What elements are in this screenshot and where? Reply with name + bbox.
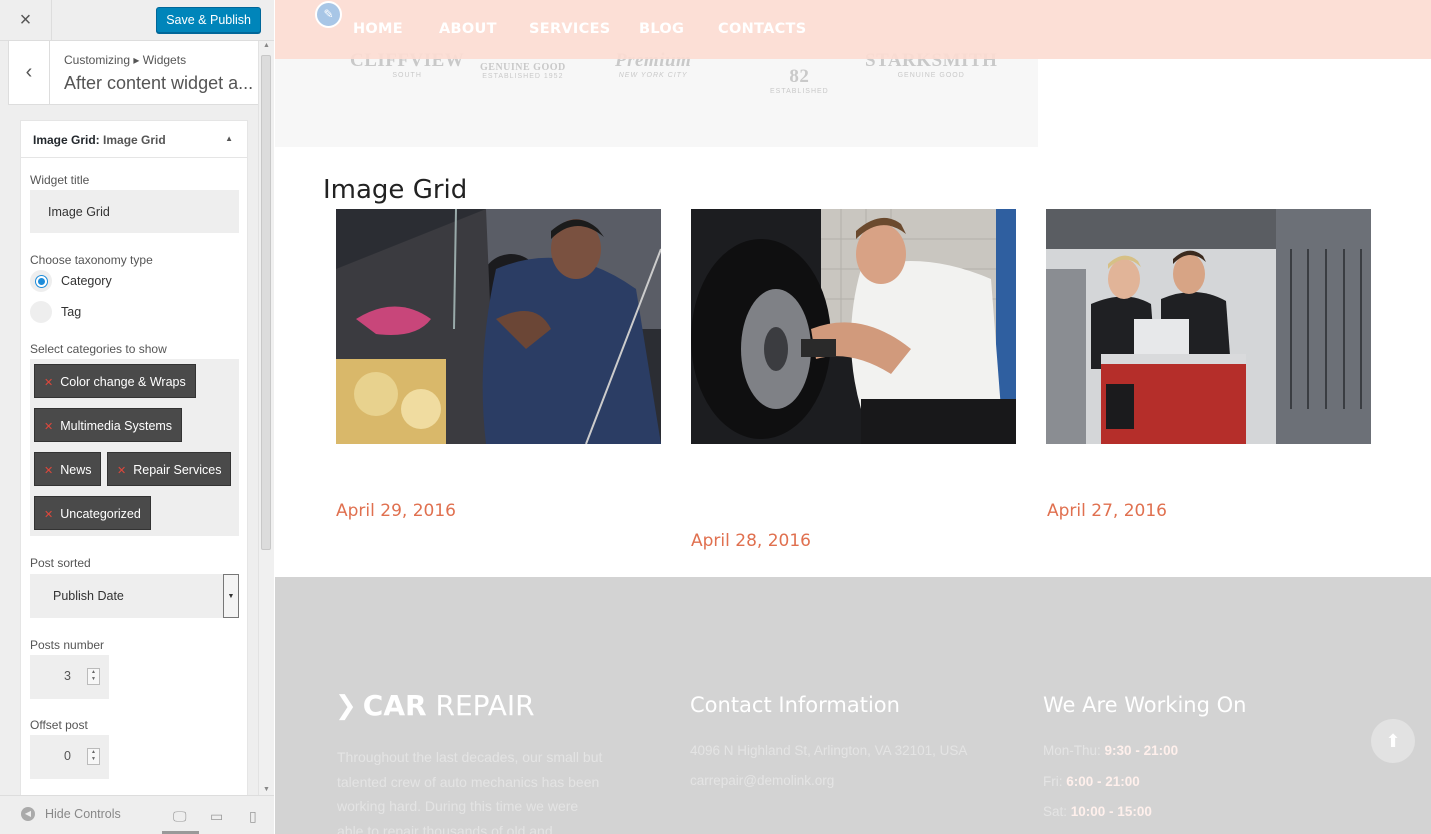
save-publish-button[interactable]: Save & Publish (156, 7, 261, 33)
category-chip[interactable]: ✕ Uncategorized (34, 496, 151, 530)
customizer-sidebar: × Save & Publish ‹ Customizing ▸ Widgets… (0, 0, 274, 834)
radio-tag[interactable]: Tag (30, 301, 81, 323)
remove-icon[interactable]: ✕ (44, 377, 53, 389)
logo-light-text: REPAIR (435, 689, 535, 722)
widget-title-label: Widget title (30, 173, 90, 187)
close-icon[interactable]: × (0, 0, 52, 41)
widget-heading: Image Grid: Image Grid (33, 133, 166, 147)
posts-number-label: Posts number (30, 638, 105, 652)
post-sorted-select[interactable]: Publish Date ▼ (30, 574, 239, 618)
hours-line: Fri: 6:00 - 21:00 (1043, 774, 1140, 789)
breadcrumb: Customizing ▸ Widgets (64, 53, 187, 67)
category-chip[interactable]: ✕ Multimedia Systems (34, 408, 183, 442)
customizer-panel: ‹ Customizing ▸ Widgets After content wi… (0, 41, 258, 795)
offset-post-value: 0 (64, 749, 71, 763)
nav-home[interactable]: HOME (353, 21, 403, 37)
categories-multiselect[interactable]: ✕ Color change & Wraps ✕ Multimedia System… (30, 359, 239, 536)
nav-about[interactable]: ABOUT (439, 21, 497, 37)
grid-photo-diagnostics[interactable] (1046, 209, 1371, 444)
category-chip[interactable]: ✕ News (34, 452, 102, 486)
scroll-up-icon[interactable]: ▲ (263, 42, 270, 49)
remove-icon[interactable]: ✕ (44, 465, 53, 477)
scroll-thumb[interactable] (261, 55, 271, 550)
remove-icon[interactable]: ✕ (44, 509, 53, 521)
site-navbar: ✎ HOME ABOUT SERVICES BLOG CONTACTS (275, 0, 1431, 59)
pencil-edit-icon[interactable]: ✎ (315, 1, 342, 28)
offset-post-input[interactable]: 0 ▲ ▼ (30, 735, 109, 779)
chip-label: Repair Services (133, 463, 222, 477)
grid-photo-engine-repair[interactable] (336, 209, 661, 444)
category-chip[interactable]: ✕ Repair Services (107, 452, 232, 486)
widget-name-label: Image Grid (103, 133, 166, 147)
partner-logo: GENUINE GOOD ESTABLISHED 1952 (480, 62, 566, 80)
categories-label: Select categories to show (30, 342, 167, 356)
site-preview: CLIFFVIEW SOUTH GENUINE GOOD ESTABLISHED 1… (275, 0, 1431, 834)
nav-services[interactable]: SERVICES (529, 21, 611, 37)
collapse-arrow-icon[interactable]: ▲ (225, 134, 233, 143)
photo-illustration (691, 209, 1016, 444)
mobile-preview-icon[interactable]: ▯ (249, 808, 257, 825)
back-arrow-icon[interactable]: ‹ (9, 41, 50, 104)
contact-email-link[interactable]: carrepair@demolink.org (690, 773, 834, 788)
taxonomy-label: Choose taxonomy type (30, 253, 153, 267)
chip-label: Uncategorized (60, 507, 141, 521)
radio-tag-label: Tag (61, 305, 82, 319)
post-date-link[interactable]: April 28, 2016 (691, 531, 811, 551)
logo-bold-text: CAR (362, 689, 427, 722)
posts-number-value: 3 (64, 669, 71, 683)
desktop-preview-icon[interactable]: 🖵 (173, 808, 187, 825)
radio-button[interactable] (30, 301, 52, 323)
customizer-footer: ◀ Hide Controls 🖵 ▭ ▯ (0, 795, 274, 834)
tablet-preview-icon[interactable]: ▭ (210, 808, 223, 825)
customizer-header: × Save & Publish (0, 0, 274, 41)
contact-address: 4096 N Highland St, Arlington, VA 32101,… (690, 743, 968, 758)
section-header: ‹ Customizing ▸ Widgets After content wi… (8, 41, 258, 105)
chevron-down-icon[interactable]: ▼ (223, 574, 239, 618)
logo-chevron-icon: ❯ (335, 690, 357, 721)
widget-title-input[interactable] (30, 190, 239, 233)
photo-illustration (1046, 209, 1371, 444)
chip-label: Color change & Wraps (60, 375, 186, 389)
radio-selected-dot (35, 275, 47, 287)
remove-icon[interactable]: ✕ (117, 465, 126, 477)
hide-controls-button[interactable]: ◀ Hide Controls (21, 807, 121, 821)
contact-heading: Contact Information (690, 693, 900, 717)
nav-contacts[interactable]: CONTACTS (718, 21, 806, 37)
post-date-link[interactable]: April 29, 2016 (336, 501, 456, 521)
number-spinner-icon[interactable]: ▲ ▼ (87, 668, 100, 685)
partner-logo: 82 ESTABLISHED (770, 66, 829, 95)
widget-type-label: Image Grid: (33, 133, 100, 147)
hide-controls-label: Hide Controls (45, 807, 121, 821)
remove-icon[interactable]: ✕ (44, 421, 53, 433)
post-sorted-value: Publish Date (53, 589, 124, 603)
image-grid-widget: Image Grid: Image Grid ▲ Widget title Ch… (20, 120, 248, 795)
chip-label: News (60, 463, 92, 477)
scroll-to-top-icon[interactable]: ⬆ (1371, 719, 1415, 763)
footer-logo[interactable]: ❯ CAR REPAIR (335, 689, 535, 722)
collapse-icon: ◀ (21, 807, 35, 821)
radio-category-label: Category (61, 274, 112, 288)
scroll-down-icon[interactable]: ▼ (263, 786, 270, 793)
radio-category[interactable]: Category (30, 270, 112, 292)
footer-about-text: Throughout the last decades, our small b… (337, 749, 603, 834)
site-footer: ❯ CAR REPAIR Throughout the last decades… (275, 577, 1431, 834)
hours-heading: We Are Working On (1043, 693, 1247, 717)
image-grid-title: Image Grid (323, 175, 468, 205)
post-sorted-label: Post sorted (30, 556, 91, 570)
hours-line: Sat: 10:00 - 15:00 (1043, 804, 1152, 819)
radio-button[interactable] (30, 270, 52, 292)
category-chip[interactable]: ✕ Color change & Wraps (34, 364, 196, 398)
widget-header[interactable]: Image Grid: Image Grid ▲ (21, 121, 247, 158)
nav-blog[interactable]: BLOG (639, 21, 684, 37)
offset-post-label: Offset post (30, 718, 88, 732)
photo-illustration (336, 209, 661, 444)
number-spinner-icon[interactable]: ▲ ▼ (87, 748, 100, 765)
posts-number-input[interactable]: 3 ▲ ▼ (30, 655, 109, 699)
post-date-link[interactable]: April 27, 2016 (1047, 501, 1167, 521)
grid-photo-wheel-change[interactable] (691, 209, 1016, 444)
panel-scrollbar[interactable]: ▲ ▼ (258, 41, 274, 795)
section-title: After content widget a... (64, 73, 254, 93)
hours-line: Mon-Thu: 9:30 - 21:00 (1043, 743, 1179, 758)
chip-label: Multimedia Systems (60, 419, 173, 433)
